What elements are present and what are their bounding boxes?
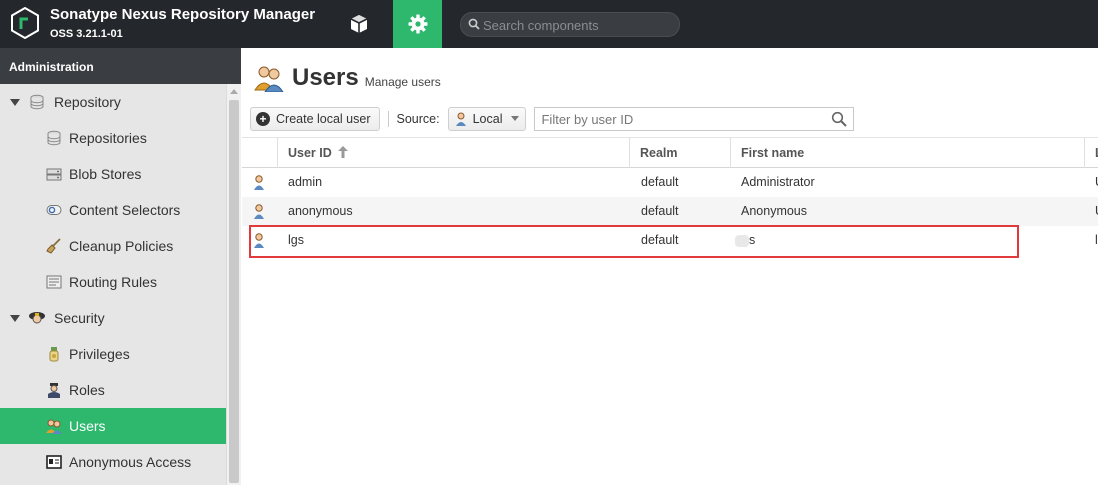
sidebar-group-repository[interactable]: Repository xyxy=(0,84,226,120)
search-components-box[interactable] xyxy=(460,12,680,37)
cell-first-name: Anonymous xyxy=(741,204,808,218)
column-header-last-name[interactable]: L xyxy=(1085,138,1098,168)
source-label: Source: xyxy=(396,111,440,126)
scroll-up-arrow-icon[interactable] xyxy=(230,89,238,94)
sidebar-item-label: Content Selectors xyxy=(69,202,181,218)
filter-input[interactable] xyxy=(541,110,827,128)
sidebar-item-anonymous-access[interactable]: Anonymous Access xyxy=(0,444,226,480)
sidebar: Administration Repository Repositories B… xyxy=(0,48,241,485)
sidebar-item-routing-rules[interactable]: Routing Rules xyxy=(0,264,226,300)
cell-first-name: Administrator xyxy=(741,175,815,189)
sidebar-item-label: Users xyxy=(69,418,106,434)
sidebar-item-label: Anonymous Access xyxy=(69,454,192,470)
caret-down-icon[interactable] xyxy=(10,98,20,106)
dropdown-arrow-icon xyxy=(511,116,520,121)
cell-realm: default xyxy=(641,175,679,189)
sort-ascending-icon xyxy=(338,146,349,158)
table-row[interactable]: admin default Administrator U xyxy=(242,168,1098,197)
id-card-icon xyxy=(45,453,63,471)
app-version: OSS 3.21.1-01 xyxy=(50,28,123,40)
user-icon xyxy=(455,112,466,126)
users-icon xyxy=(45,417,63,435)
column-header-label: First name xyxy=(741,146,805,160)
page-title: Users xyxy=(292,64,359,91)
page-header: Users Manage users xyxy=(254,58,441,92)
sidebar-item-label: Cleanup Policies xyxy=(69,238,174,254)
column-header-label: Realm xyxy=(640,146,678,160)
search-input[interactable] xyxy=(483,16,673,34)
scrollbar-thumb[interactable] xyxy=(229,100,239,483)
nexus-logo-icon[interactable] xyxy=(11,7,39,39)
administration-button[interactable] xyxy=(393,0,442,48)
plus-circle-icon: + xyxy=(256,111,270,126)
sidebar-item-label: Routing Rules xyxy=(69,274,157,290)
column-header-user-id[interactable]: User ID xyxy=(278,138,630,168)
table-row[interactable]: anonymous default Anonymous U xyxy=(242,197,1098,226)
sidebar-item-cleanup-policies[interactable]: Cleanup Policies xyxy=(0,228,226,264)
toolbar: + Create local user Source: Local xyxy=(250,106,855,131)
sidebar-item-roles[interactable]: Roles xyxy=(0,372,226,408)
create-local-user-button[interactable]: + Create local user xyxy=(250,106,380,131)
database-icon xyxy=(45,129,63,147)
app-title: Sonatype Nexus Repository Manager xyxy=(50,6,316,23)
source-dropdown[interactable]: Local xyxy=(447,106,527,131)
sidebar-group-label: Security xyxy=(54,310,105,326)
sidebar-item-label: Repositories xyxy=(69,130,147,146)
cell-user-id: admin xyxy=(288,175,323,189)
column-header-label: User ID xyxy=(288,146,332,160)
routing-icon xyxy=(45,273,63,291)
table-header: User ID Realm First name L xyxy=(242,137,1098,168)
top-header: Sonatype Nexus Repository Manager OSS 3.… xyxy=(0,0,1098,48)
caret-down-icon[interactable] xyxy=(10,314,20,322)
create-local-user-label: Create local user xyxy=(276,111,371,126)
browse-button[interactable] xyxy=(336,0,382,48)
search-icon xyxy=(468,18,480,30)
page-subtitle: Manage users xyxy=(364,75,441,89)
sidebar-item-users[interactable]: Users xyxy=(0,408,226,444)
sidebar-item-label: Blob Stores xyxy=(69,166,142,182)
cell-user-id: anonymous xyxy=(288,204,353,218)
selector-icon xyxy=(45,201,63,219)
sidebar-item-content-selectors[interactable]: Content Selectors xyxy=(0,192,226,228)
officer-icon xyxy=(45,381,63,399)
user-icon xyxy=(254,175,264,190)
gear-icon xyxy=(408,14,427,34)
sidebar-item-privileges[interactable]: Privileges xyxy=(0,336,226,372)
sidebar-title: Administration xyxy=(0,48,241,84)
cube-icon xyxy=(350,15,368,33)
sidebar-group-label: Repository xyxy=(54,94,121,110)
search-icon[interactable] xyxy=(831,111,848,127)
sidebar-item-repositories[interactable]: Repositories xyxy=(0,120,226,156)
sidebar-scrollbar[interactable] xyxy=(226,84,241,485)
medal-icon xyxy=(45,345,63,363)
broom-icon xyxy=(45,237,63,255)
toolbar-separator xyxy=(387,110,389,127)
cell-last-name: l xyxy=(1095,233,1098,247)
column-header-realm[interactable]: Realm xyxy=(630,138,731,168)
main-panel: Users Manage users + Create local user S… xyxy=(242,48,1098,485)
column-header-first-name[interactable]: First name xyxy=(731,138,1085,168)
filter-box[interactable] xyxy=(534,106,855,131)
sidebar-group-security[interactable]: Security xyxy=(0,300,226,336)
server-icon xyxy=(45,165,63,183)
source-value: Local xyxy=(472,111,503,126)
sidebar-item-label: Roles xyxy=(69,382,105,398)
database-icon xyxy=(28,93,46,111)
security-badge-icon xyxy=(28,309,46,327)
cell-realm: default xyxy=(641,204,679,218)
icon-column-header xyxy=(242,138,278,168)
users-icon xyxy=(254,66,284,92)
sidebar-item-label: Privileges xyxy=(69,346,130,362)
highlight-box xyxy=(249,225,1019,258)
users-table: User ID Realm First name L admin defau xyxy=(242,137,1098,485)
sidebar-item-blob-stores[interactable]: Blob Stores xyxy=(0,156,226,192)
user-icon xyxy=(254,204,264,219)
